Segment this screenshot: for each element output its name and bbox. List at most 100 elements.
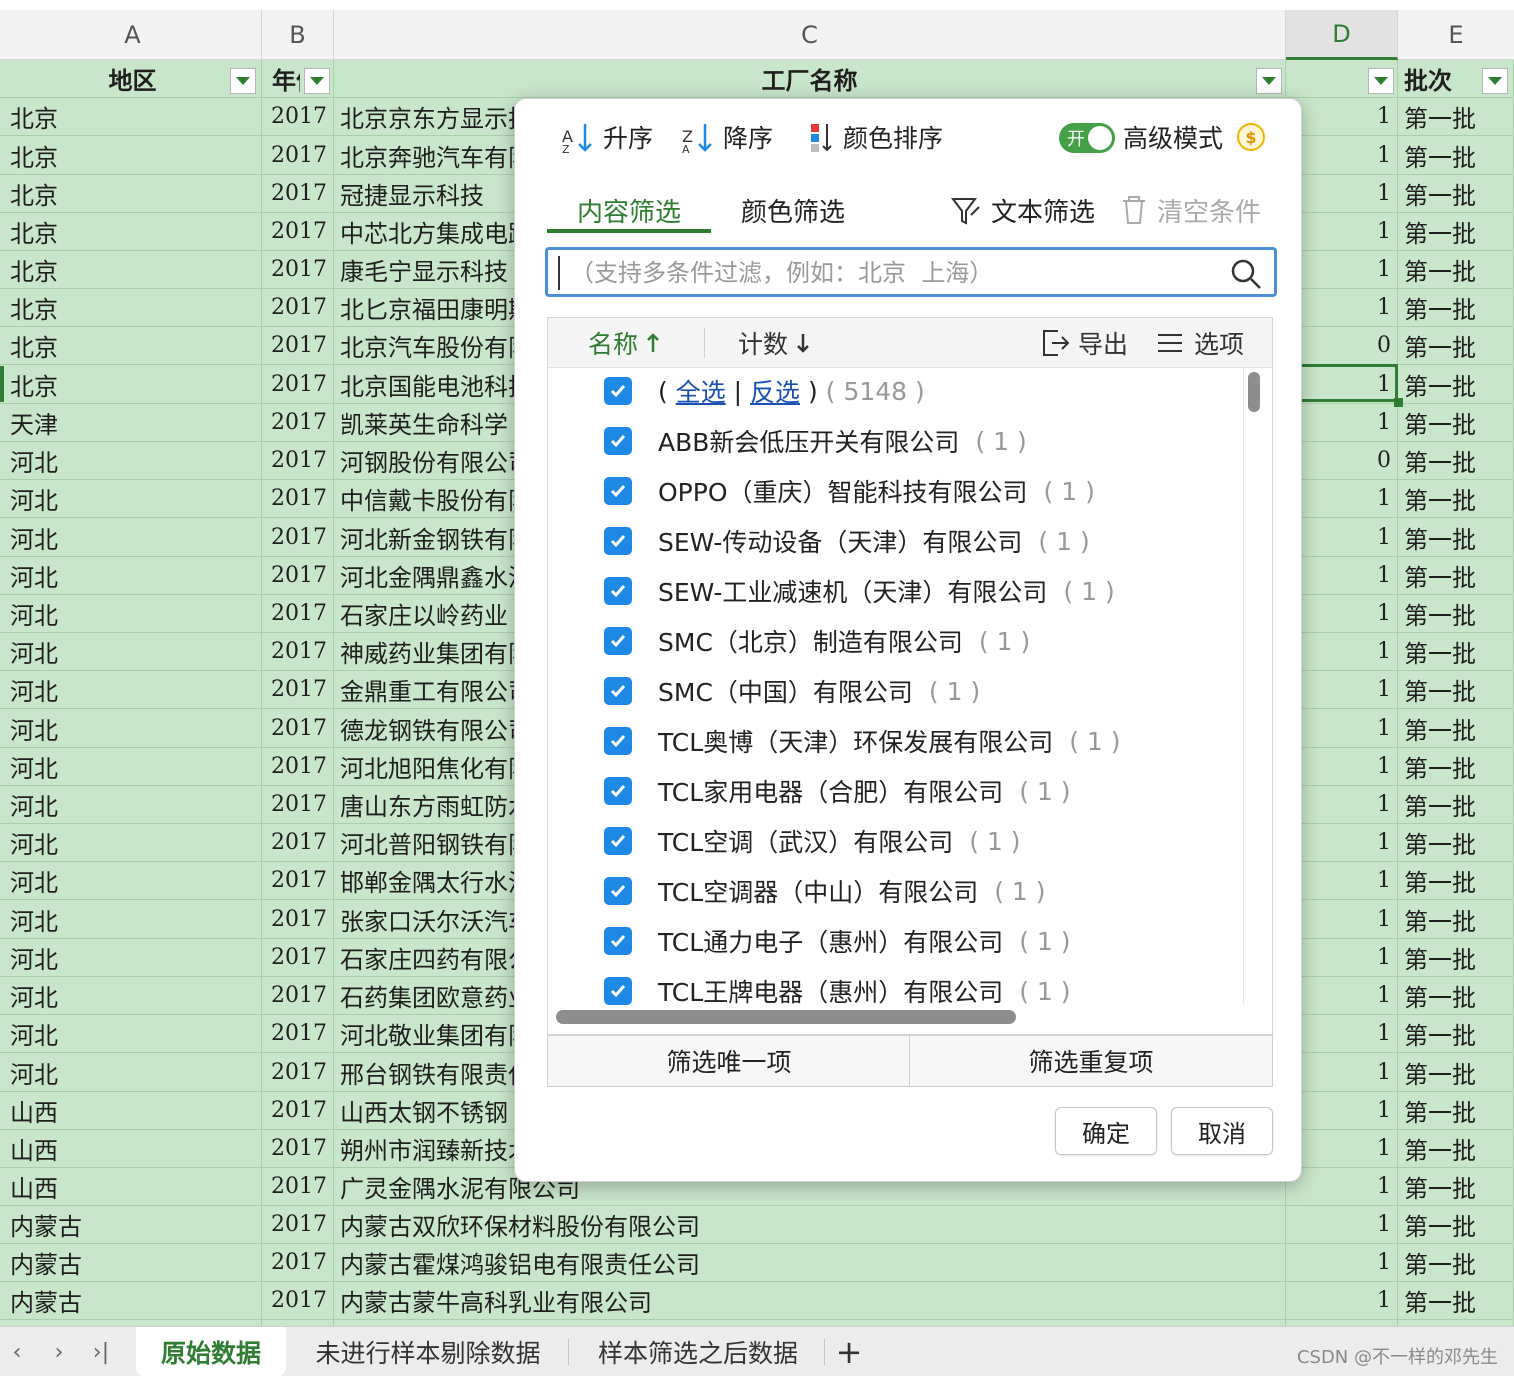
cell-region[interactable]: 山西: [4, 1092, 262, 1129]
list-item[interactable]: SEW-工业减速机（天津）有限公司 ( 1 ): [604, 566, 1115, 616]
cell-batch[interactable]: 第一批: [1398, 404, 1514, 441]
search-icon[interactable]: [1230, 258, 1262, 290]
filter-unique-button[interactable]: 筛选唯一项: [547, 1035, 911, 1087]
cell-year[interactable]: 2017: [262, 977, 334, 1014]
cell-region[interactable]: 河北: [4, 1015, 262, 1052]
options-button[interactable]: 选项: [1154, 318, 1244, 368]
item-checkbox[interactable]: [604, 777, 632, 805]
cell-d[interactable]: 1: [1286, 1244, 1398, 1281]
cell-batch[interactable]: 第一批: [1398, 862, 1514, 899]
cell-year[interactable]: 2017: [262, 136, 334, 174]
tab-color-filter[interactable]: 颜色筛选: [741, 189, 845, 231]
cell-region[interactable]: 北京: [4, 327, 262, 364]
cell-year[interactable]: 2017: [262, 939, 334, 976]
cell-batch[interactable]: 第一批: [1398, 709, 1514, 747]
sheet-tab-unfiltered-data[interactable]: 未进行样本剔除数据: [296, 1327, 560, 1376]
item-checkbox[interactable]: [604, 627, 632, 655]
item-checkbox[interactable]: [604, 877, 632, 905]
cell-region[interactable]: 河北: [4, 824, 262, 861]
cell-d[interactable]: 1: [1286, 1015, 1398, 1052]
cell-year[interactable]: 2017: [262, 175, 334, 212]
cell-region[interactable]: 河北: [4, 1053, 262, 1091]
header-region[interactable]: 地区: [4, 60, 262, 97]
column-letter-b[interactable]: B: [262, 10, 334, 60]
cell-year[interactable]: 2017: [262, 824, 334, 861]
cell-d[interactable]: 1: [1286, 709, 1398, 747]
cell-d[interactable]: 1: [1286, 977, 1398, 1014]
horizontal-scrollbar[interactable]: [556, 1010, 1016, 1024]
sheet-tab-original-data[interactable]: 原始数据: [136, 1327, 286, 1376]
cell-year[interactable]: 2017: [262, 862, 334, 899]
cell-year[interactable]: 2017: [262, 709, 334, 747]
color-sort-button[interactable]: 颜色排序: [809, 117, 943, 157]
filter-dropdown-icon[interactable]: [230, 68, 256, 94]
last-sheet-icon[interactable]: ›|: [88, 1337, 114, 1367]
cell-factory[interactable]: 内蒙古蒙牛高科乳业有限公司: [334, 1282, 1286, 1319]
item-checkbox[interactable]: [604, 677, 632, 705]
sort-by-name-button[interactable]: 名称: [588, 318, 660, 368]
cell-batch[interactable]: 第一批: [1398, 557, 1514, 594]
next-sheet-icon[interactable]: ›: [46, 1337, 72, 1367]
cell-batch[interactable]: 第一批: [1398, 1130, 1514, 1167]
clear-conditions-button[interactable]: 清空条件: [1119, 189, 1261, 231]
cell-d[interactable]: 0: [1286, 442, 1398, 479]
cell-year[interactable]: 2017: [262, 289, 334, 326]
item-checkbox[interactable]: [604, 477, 632, 505]
cell-d[interactable]: 1: [1286, 175, 1398, 212]
list-item[interactable]: SMC（北京）制造有限公司 ( 1 ): [604, 616, 1030, 666]
list-item[interactable]: TCL王牌电器（惠州）有限公司 ( 1 ): [604, 966, 1071, 1016]
list-item[interactable]: TCL通力电子（惠州）有限公司 ( 1 ): [604, 916, 1071, 966]
cell-batch[interactable]: 第一批: [1398, 1282, 1514, 1319]
cell-region[interactable]: 河北: [4, 633, 262, 670]
item-checkbox[interactable]: [604, 527, 632, 555]
add-sheet-button[interactable]: +: [834, 1333, 864, 1371]
cell-batch[interactable]: 第一批: [1398, 1015, 1514, 1052]
header-factory[interactable]: 工厂名称: [334, 60, 1286, 97]
search-input[interactable]: [558, 256, 1218, 290]
cell-year[interactable]: 2017: [262, 1092, 334, 1129]
cell-year[interactable]: 2017: [262, 1206, 334, 1243]
text-filter-button[interactable]: 文本筛选: [949, 189, 1095, 231]
cell-region[interactable]: 河北: [4, 557, 262, 594]
cell-batch[interactable]: 第一批: [1398, 786, 1514, 823]
cell-d[interactable]: 1: [1286, 518, 1398, 556]
cell-batch[interactable]: 第一批: [1398, 327, 1514, 364]
cell-year[interactable]: 2017: [262, 1053, 334, 1091]
cell-d[interactable]: 1: [1286, 480, 1398, 517]
export-button[interactable]: 导出: [1038, 318, 1128, 368]
cell-d[interactable]: 1: [1286, 1282, 1398, 1319]
cell-year[interactable]: 2017: [262, 748, 334, 785]
cell-region[interactable]: 河北: [4, 480, 262, 517]
list-item[interactable]: TCL空调器（中山）有限公司 ( 1 ): [604, 866, 1046, 916]
cell-batch[interactable]: 第一批: [1398, 98, 1514, 135]
cell-batch[interactable]: 第一批: [1398, 251, 1514, 288]
cell-batch[interactable]: 第一批: [1398, 175, 1514, 212]
cell-year[interactable]: 2017: [262, 442, 334, 479]
filter-dropdown-icon[interactable]: [1256, 68, 1282, 94]
list-item[interactable]: OPPO（重庆）智能科技有限公司 ( 1 ): [604, 466, 1095, 516]
column-letter-c[interactable]: C: [334, 10, 1286, 60]
item-checkbox[interactable]: [604, 427, 632, 455]
cell-region[interactable]: 北京: [4, 175, 262, 212]
cell-d[interactable]: 1: [1286, 1168, 1398, 1205]
column-letter-e[interactable]: E: [1398, 10, 1514, 60]
cell-d[interactable]: 1: [1286, 633, 1398, 670]
cell-region[interactable]: 河北: [4, 595, 262, 632]
cell-d[interactable]: 1: [1286, 289, 1398, 326]
cell-year[interactable]: 2017: [262, 251, 334, 288]
cell-region[interactable]: 河北: [4, 518, 262, 556]
cell-batch[interactable]: 第一批: [1398, 136, 1514, 174]
tab-content-filter[interactable]: 内容筛选: [577, 189, 681, 231]
sort-descending-button[interactable]: ZA 降序: [681, 117, 773, 157]
cell-d[interactable]: 1: [1286, 824, 1398, 861]
cell-batch[interactable]: 第一批: [1398, 1244, 1514, 1281]
cell-year[interactable]: 2017: [262, 595, 334, 632]
cell-batch[interactable]: 第一批: [1398, 289, 1514, 326]
cell-batch[interactable]: 第一批: [1398, 365, 1514, 403]
list-item[interactable]: ABB新会低压开关有限公司 ( 1 ): [604, 416, 1027, 466]
cell-region[interactable]: 内蒙古: [4, 1244, 262, 1281]
cell-year[interactable]: 2017: [262, 1244, 334, 1281]
item-checkbox[interactable]: [604, 727, 632, 755]
cell-region[interactable]: 天津: [4, 404, 262, 441]
select-all-link[interactable]: 全选: [676, 373, 726, 409]
